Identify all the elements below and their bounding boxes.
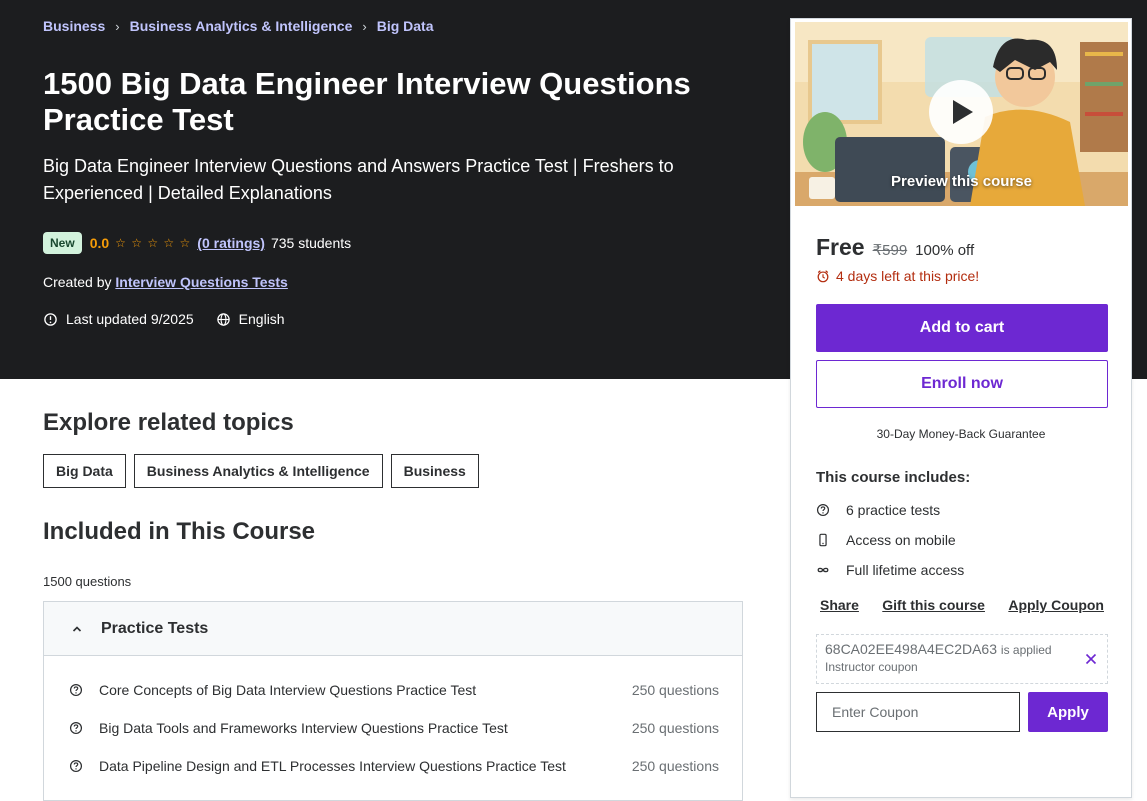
coupon-applied-text: is applied (1000, 643, 1052, 657)
share-link[interactable]: Share (820, 597, 859, 613)
test-count: 250 questions (631, 758, 719, 774)
card-links: Share Gift this course Apply Coupon (820, 597, 1104, 613)
includes-title: This course includes: (816, 469, 971, 486)
infinity-icon (816, 563, 830, 577)
test-label: Data Pipeline Design and ETL Processes I… (99, 758, 566, 774)
coupon-code-line: 68CA02EE498A4EC2DA63 is applied (825, 641, 1099, 657)
topic-business[interactable]: Business (390, 454, 479, 488)
money-back-guarantee: 30-Day Money-Back Guarantee (876, 427, 1046, 441)
instructor-link[interactable]: Interview Questions Tests (115, 274, 287, 290)
include-item: 6 practice tests (816, 502, 940, 518)
students-count: 735 students (270, 235, 352, 251)
coupon-type: Instructor coupon (825, 660, 918, 674)
add-to-cart-button[interactable]: Add to cart (816, 304, 1108, 352)
test-row[interactable]: Data Pipeline Design and ETL Processes I… (69, 758, 719, 774)
new-badge: New (43, 232, 82, 254)
meta-row: Last updated 9/2025 English (43, 311, 285, 327)
last-updated: Last updated 9/2025 (66, 311, 194, 327)
course-subtitle: Big Data Engineer Interview Questions an… (43, 156, 674, 203)
included-title: Included in This Course (43, 518, 316, 545)
include-item: Full lifetime access (816, 562, 964, 578)
breadcrumb-big-data[interactable]: Big Data (377, 18, 434, 34)
alarm-clock-icon (816, 269, 830, 283)
original-price: ₹599 (872, 242, 908, 259)
price-timer: 4 days left at this price! (816, 268, 979, 284)
created-by: Created by Interview Questions Tests (43, 274, 288, 290)
question-circle-icon (69, 721, 83, 735)
preview-label: Preview this course (891, 173, 1032, 190)
test-label: Big Data Tools and Frameworks Interview … (99, 720, 508, 736)
course-title: 1500 Big Data Engineer Interview Questio… (43, 66, 691, 137)
apply-coupon-link[interactable]: Apply Coupon (1008, 597, 1104, 613)
price-row: Free ₹599 100% off (816, 234, 974, 261)
chevron-right-icon: › (362, 18, 367, 34)
applied-coupon: 68CA02EE498A4EC2DA63 is applied Instruct… (816, 634, 1108, 684)
topic-business-analytics[interactable]: Business Analytics & Intelligence (133, 454, 383, 488)
test-count: 250 questions (631, 720, 719, 736)
include-item: Access on mobile (816, 532, 956, 548)
chevron-up-icon (71, 623, 83, 635)
purchase-card: Preview this course Free ₹599 100% off 4… (790, 18, 1132, 798)
include-label: Access on mobile (846, 532, 956, 548)
breadcrumb-business-analytics[interactable]: Business Analytics & Intelligence (130, 18, 353, 34)
mobile-phone-icon (816, 533, 830, 547)
discount-percent: 100% off (915, 242, 975, 259)
test-row[interactable]: Big Data Tools and Frameworks Interview … (69, 720, 719, 736)
globe-icon (216, 312, 231, 327)
topic-big-data[interactable]: Big Data (43, 454, 126, 488)
created-by-label: Created by (43, 274, 112, 290)
enroll-now-button[interactable]: Enroll now (816, 360, 1108, 408)
question-count: 1500 questions (43, 574, 132, 589)
course-preview[interactable]: Preview this course (795, 22, 1128, 206)
include-label: 6 practice tests (846, 502, 941, 518)
coupon-code: 68CA02EE498A4EC2DA63 (825, 641, 998, 657)
test-count: 250 questions (631, 682, 719, 698)
timer-text: 4 days left at this price! (836, 268, 980, 284)
test-row[interactable]: Core Concepts of Big Data Interview Ques… (69, 682, 719, 698)
section-title: Practice Tests (101, 619, 209, 637)
rating-value: 0.0 (89, 235, 110, 251)
star-rating-icon: ☆ ☆ ☆ ☆ ☆ (115, 236, 192, 250)
question-circle-icon (69, 759, 83, 773)
include-label: Full lifetime access (846, 562, 965, 578)
topic-list: Big Data Business Analytics & Intelligen… (43, 454, 479, 488)
question-circle-icon (69, 683, 83, 697)
current-price: Free (816, 234, 865, 260)
practice-tests-header[interactable]: Practice Tests (44, 602, 742, 656)
language: English (238, 311, 285, 327)
gift-course-link[interactable]: Gift this course (882, 597, 985, 613)
alert-clock-icon (43, 312, 58, 327)
ratings-link[interactable]: (0 ratings) (197, 235, 265, 251)
apply-coupon-button[interactable]: Apply (1028, 692, 1108, 732)
test-label: Core Concepts of Big Data Interview Ques… (99, 682, 477, 698)
breadcrumb-business[interactable]: Business (43, 18, 105, 34)
coupon-input[interactable] (816, 692, 1020, 732)
practice-tests-panel: Practice Tests Core Concepts of Big Data… (43, 601, 743, 801)
breadcrumb: Business › Business Analytics & Intellig… (43, 18, 434, 34)
explore-topics-title: Explore related topics (43, 409, 294, 436)
chevron-right-icon: › (115, 18, 120, 34)
question-circle-icon (816, 503, 830, 517)
rating-row: New 0.0 ☆ ☆ ☆ ☆ ☆ (0 ratings) 735 studen… (43, 232, 351, 254)
remove-coupon-icon[interactable] (1085, 649, 1097, 670)
